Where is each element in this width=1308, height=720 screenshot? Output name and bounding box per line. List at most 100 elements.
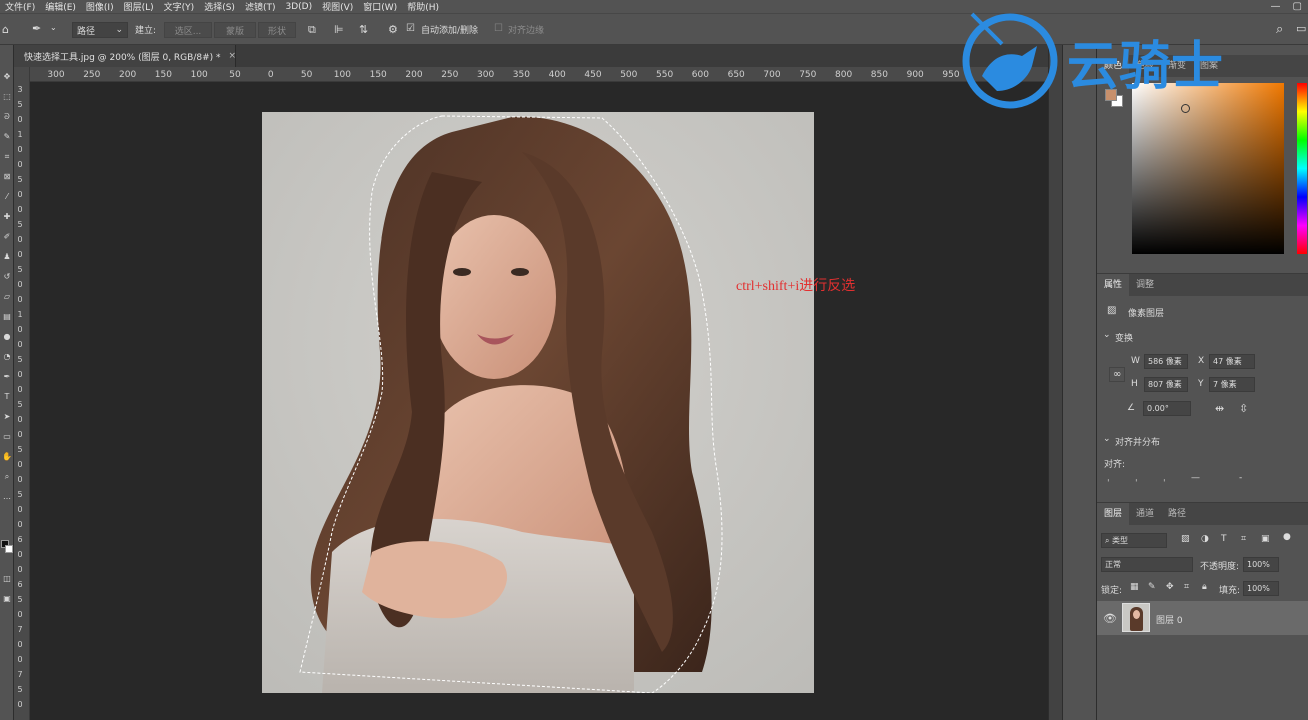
path-operations-icon[interactable]: ⧉ [308,24,316,35]
angle-field[interactable]: 0.00° [1143,401,1191,416]
more-tools-icon[interactable]: … [2,493,12,501]
filter-adjustment-icon[interactable]: ◑ [1201,534,1209,544]
mask-button[interactable]: 蒙版 [214,22,256,38]
path-select-tool-icon[interactable]: ➤ [2,413,12,421]
chevron-down-icon[interactable]: ⌄ [1103,330,1111,340]
filter-pixel-icon[interactable]: ▨ [1181,534,1190,544]
horizontal-ruler[interactable]: 300 250 200 150 100 50 0 50 100 150 200 250 300 350 40… [30,67,1048,82]
crop-tool-icon[interactable]: ⌗ [2,153,12,161]
lock-position-icon[interactable]: ✥ [1166,582,1174,592]
document-image[interactable] [262,112,814,693]
frame-tool-icon[interactable]: ⊠ [2,173,12,181]
shape-tool-icon[interactable]: ▭ [2,433,12,441]
align-right-icon[interactable]: ˌ [1163,473,1165,483]
menu-layer[interactable]: 图层(L) [119,0,159,13]
chevron-down-icon[interactable]: ⌄ [50,24,57,32]
filter-shape-icon[interactable]: ⌗ [1241,534,1246,544]
home-icon[interactable]: ⌂ [2,24,9,35]
opacity-field[interactable]: 100% [1243,557,1279,572]
lock-artboard-icon[interactable]: ⌗ [1184,582,1189,592]
tab-paths[interactable]: 路径 [1161,503,1193,525]
text-tool-icon[interactable]: T [2,393,12,401]
link-icon[interactable]: ∞ [1109,367,1126,382]
gradient-tool-icon[interactable]: ▤ [2,313,12,321]
pen-tool-icon[interactable]: ✒ [2,373,12,381]
ruler-tick-label: 600 [691,70,709,80]
quick-select-tool-icon[interactable]: ✎ [2,133,12,141]
eye-icon[interactable]: 👁︎ [1103,612,1117,625]
menu-3d[interactable]: 3D(D) [280,2,317,12]
width-field[interactable]: 586 像素 [1144,354,1188,369]
menu-window[interactable]: 窗口(W) [358,0,402,13]
move-tool-icon[interactable]: ✥ [2,73,12,81]
shape-button[interactable]: 形状 [258,22,296,38]
align-bottom-icon[interactable]: - [1239,473,1242,483]
pen-tool-icon[interactable]: ✒ [32,23,41,34]
y-field[interactable]: 7 像素 [1209,377,1255,392]
auto-add-checkbox[interactable]: ☑ [406,24,415,34]
align-top-icon[interactable]: — [1191,473,1200,483]
blend-mode-select[interactable]: 正常 [1101,557,1193,572]
tools-panel: ✥ ⬚ ᘐ ✎ ⌗ ⊠ ⁄ ✚ ✐ ♟ ↺ ▱ ▤ ● ◔ ✒ T ➤ ▭ ✋ … [0,45,14,720]
lock-pixels-icon[interactable]: ✎ [1148,582,1156,592]
vertical-ruler[interactable]: 3 5 0 1 0 0 5 0 0 5 0 0 5 0 0 1 0 0 5 0 0 5 0 0 5 0 0 5 0 0 6 0 0 6 5 0 7 0 0 7… [14,67,30,720]
height-field[interactable]: 807 像素 [1144,377,1188,392]
lock-transparent-icon[interactable]: ▦ [1130,582,1139,592]
menu-filter[interactable]: 滤镜(T) [240,0,281,13]
dodge-tool-icon[interactable]: ◔ [2,353,12,361]
history-brush-icon[interactable]: ↺ [2,273,12,281]
brush-tool-icon[interactable]: ✐ [2,233,12,241]
menu-edit[interactable]: 编辑(E) [40,0,81,13]
path-arrangement-icon[interactable]: ⇅ [359,24,368,35]
vertical-scrollbar[interactable] [1048,45,1062,720]
flip-vertical-icon[interactable]: ⇳ [1239,402,1248,415]
close-tab-button[interactable]: × [229,51,237,61]
menu-type[interactable]: 文字(Y) [159,0,200,13]
hand-tool-icon[interactable]: ✋ [2,453,12,461]
stamp-tool-icon[interactable]: ♟ [2,253,12,261]
screen-mode-icon[interactable]: ▣ [2,595,12,603]
pen-mode-select[interactable]: 路径 ⌄ [72,22,128,38]
chevron-down-icon[interactable]: ⌄ [1103,434,1111,444]
healing-tool-icon[interactable]: ✚ [2,213,12,221]
align-hcenter-icon[interactable]: ˌ [1135,473,1137,483]
fill-field[interactable]: 100% [1243,581,1279,596]
tab-layers[interactable]: 图层 [1097,503,1130,525]
marquee-tool-icon[interactable]: ⬚ [2,93,12,101]
align-left-icon[interactable]: ˌ [1107,473,1109,483]
zoom-tool-icon[interactable]: ⌕ [2,473,12,481]
path-alignment-icon[interactable]: ⊫ [334,24,344,35]
background-color-swatch[interactable] [5,545,13,553]
document-tab[interactable]: 快速选择工具.jpg @ 200% (图层 0, RGB/8#) * × [14,45,236,67]
tab-channels[interactable]: 通道 [1129,503,1161,525]
quick-mask-icon[interactable]: ◫ [2,575,12,583]
filter-smart-object-icon[interactable]: ▣ [1261,534,1270,544]
align-edges-checkbox[interactable]: ☐ [494,24,503,34]
layer-name[interactable]: 图层 0 [1156,613,1183,626]
maximize-button[interactable]: ▢ [1293,1,1302,12]
filter-type-icon[interactable]: T [1221,534,1227,544]
ruler-tick-label: 800 [835,70,853,80]
ruler-tick-label: 200 [119,70,137,80]
tab-adjustments[interactable]: 调整 [1129,274,1161,296]
workspace-icon[interactable]: ▭ [1296,23,1306,34]
layer-filter-select[interactable]: ⌕ 类型 [1101,533,1167,548]
flip-horizontal-icon[interactable]: ⇹ [1215,402,1224,415]
filter-toggle-icon[interactable]: ● [1283,532,1291,542]
menu-view[interactable]: 视图(V) [317,0,358,13]
lasso-tool-icon[interactable]: ᘐ [2,113,12,121]
blur-tool-icon[interactable]: ● [2,333,12,341]
selection-button[interactable]: 选区... [164,22,212,38]
menu-file[interactable]: 文件(F) [0,0,40,13]
menu-help[interactable]: 帮助(H) [402,0,444,13]
menu-select[interactable]: 选择(S) [199,0,240,13]
menu-image[interactable]: 图像(I) [81,0,119,13]
eyedropper-tool-icon[interactable]: ⁄ [2,193,12,201]
hue-slider[interactable] [1297,83,1307,254]
tab-properties[interactable]: 属性 [1097,274,1130,296]
x-field[interactable]: 47 像素 [1209,354,1255,369]
lock-all-icon[interactable]: 🔒︎ [1202,582,1207,592]
eraser-tool-icon[interactable]: ▱ [2,293,12,301]
layer-row[interactable]: 👁︎ 图层 0 [1097,601,1308,635]
gear-icon[interactable]: ⚙ [388,24,398,35]
